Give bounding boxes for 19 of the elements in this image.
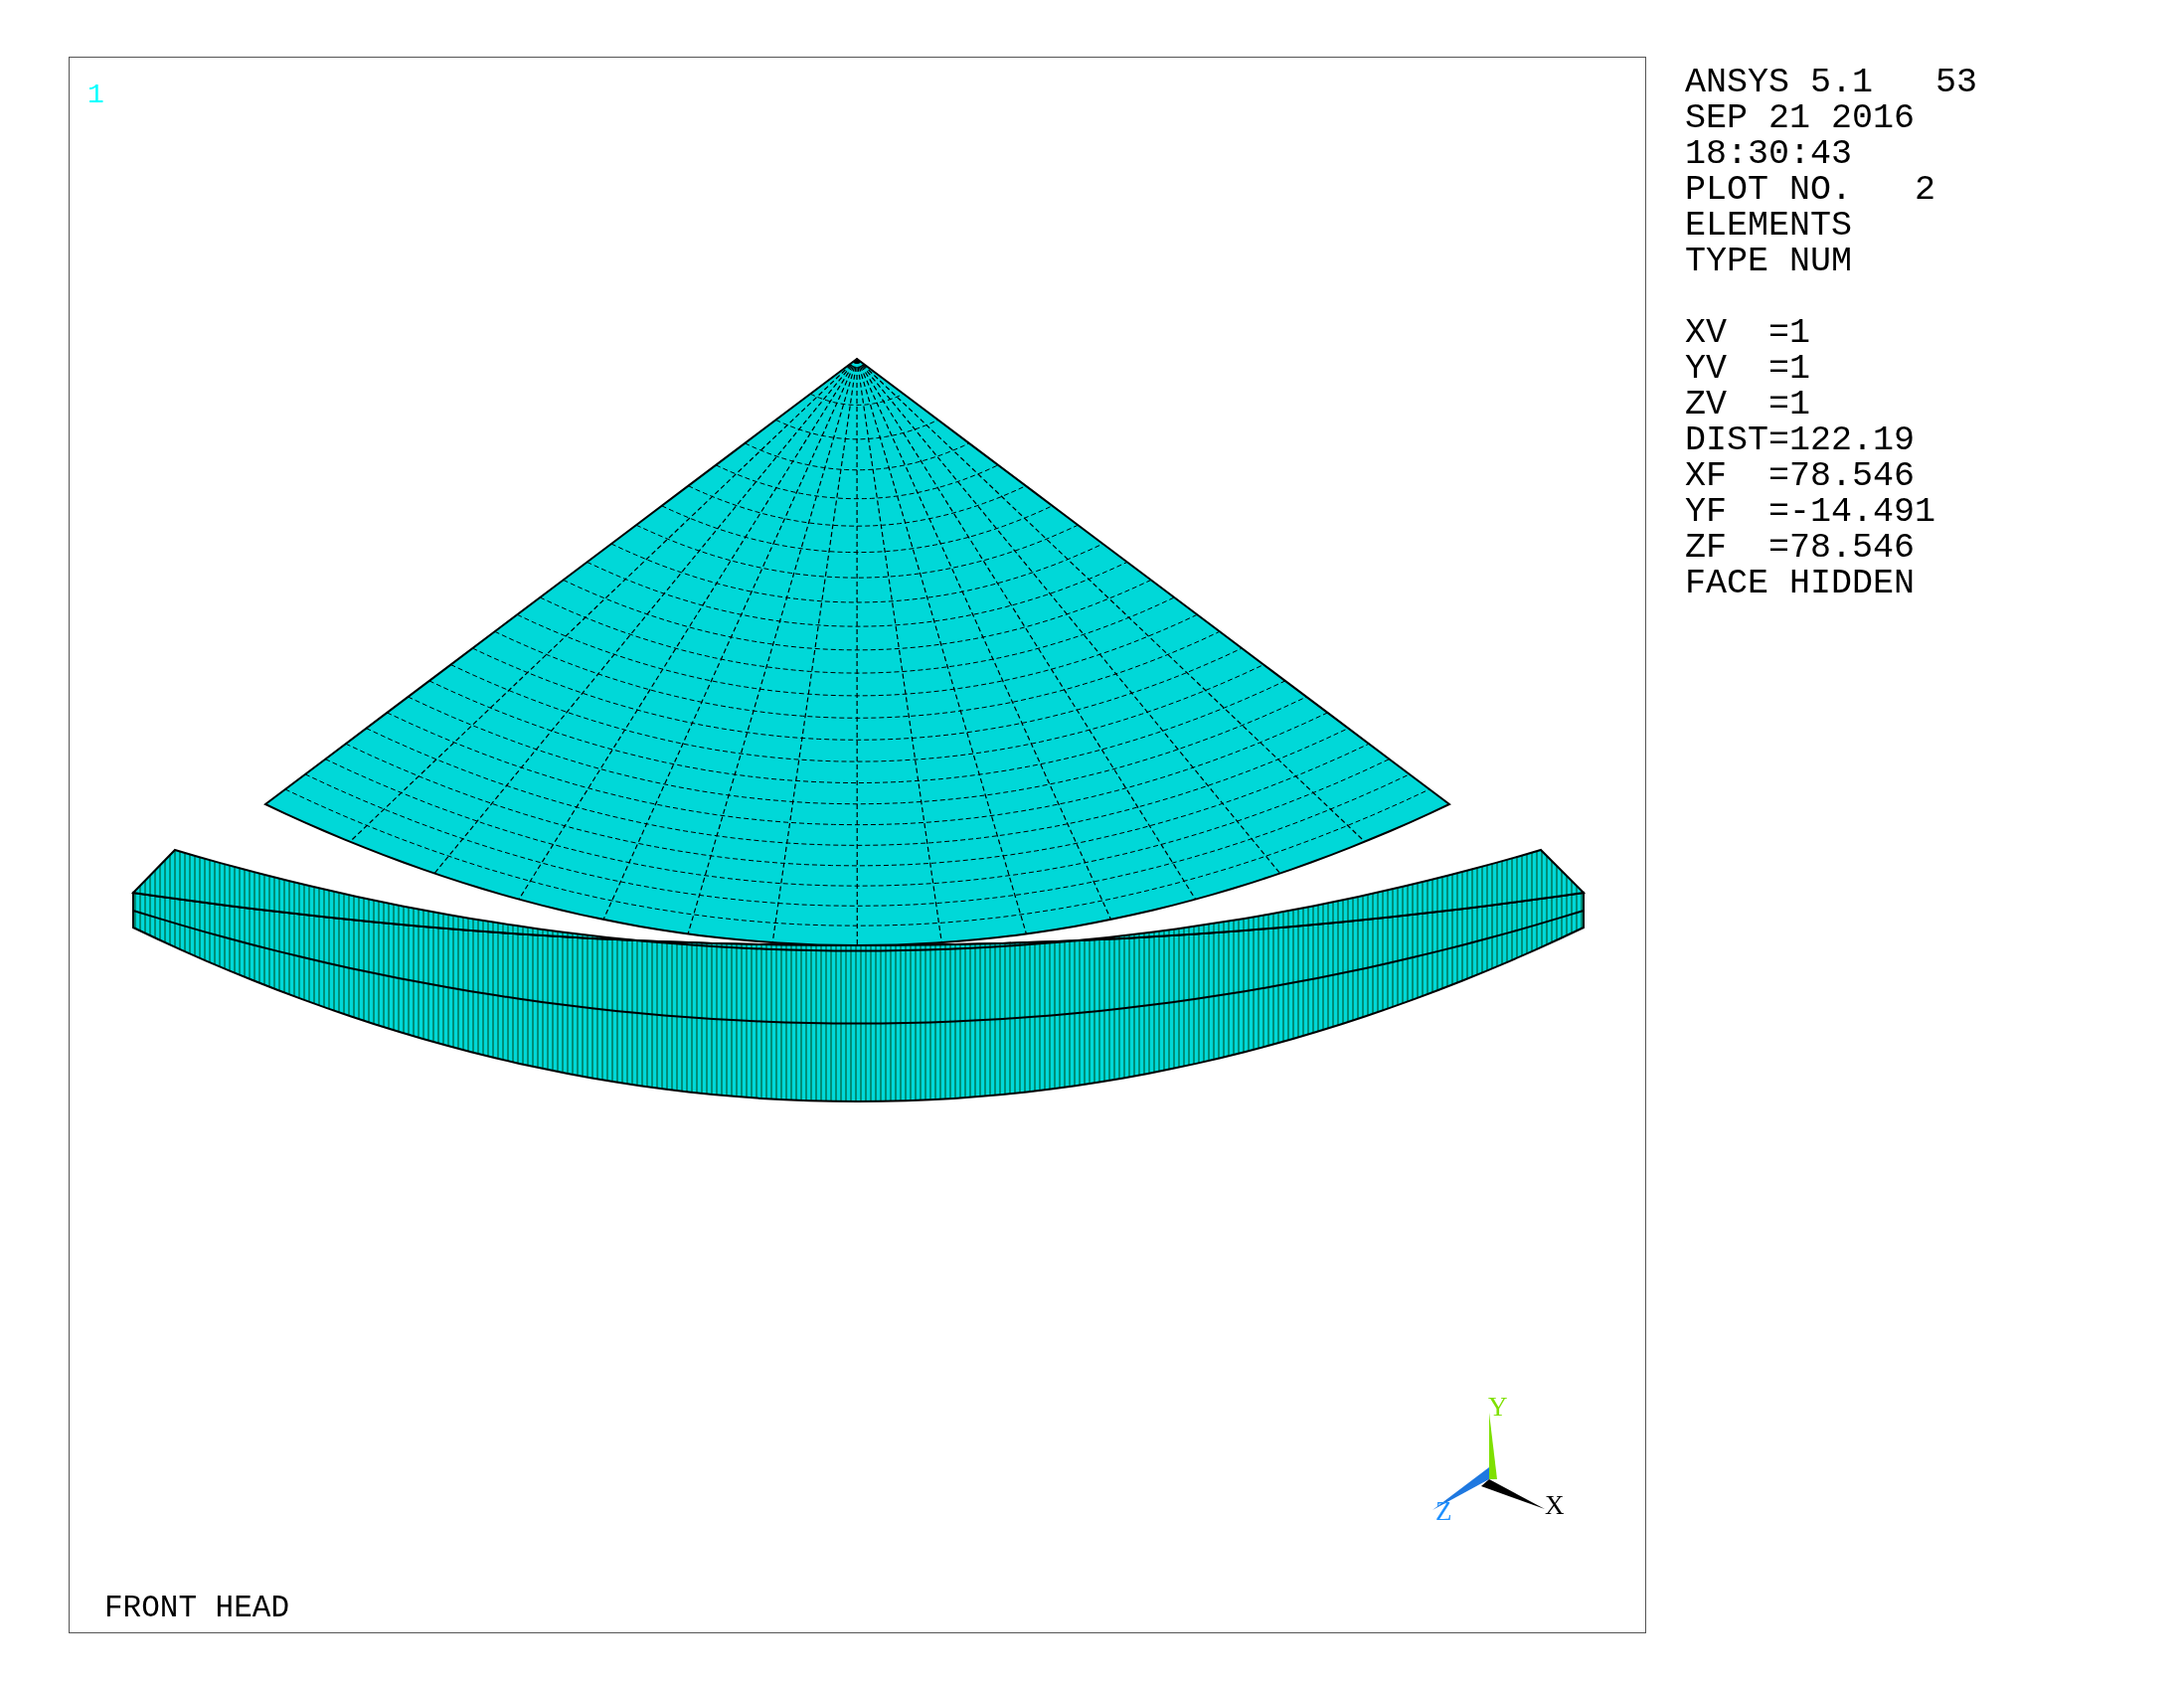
info-line: ZF =78.546 — [1685, 530, 1917, 566]
info-line: ANSYS 5.1 53 — [1685, 65, 1978, 100]
info-line: ZV =1 — [1685, 387, 1812, 422]
info-line: SEP 21 2016 — [1685, 100, 1917, 136]
info-line: ELEMENTS — [1685, 208, 1854, 244]
info-line: DIST=122.19 — [1685, 422, 1917, 458]
plot-title: FRONT HEAD — [104, 1593, 290, 1623]
z-axis-label: Z — [1435, 1498, 1452, 1525]
y-axis-label: Y — [1488, 1394, 1508, 1421]
info-line: XF =78.546 — [1685, 458, 1917, 494]
info-line: YV =1 — [1685, 351, 1812, 387]
window-number: 1 — [87, 82, 104, 109]
info-line: YF =-14.491 — [1685, 494, 1937, 530]
info-line: 18:30:43 — [1685, 136, 1854, 172]
info-line: PLOT NO. 2 — [1685, 172, 1937, 208]
info-line: TYPE NUM — [1685, 244, 1854, 279]
x-axis-label: X — [1545, 1492, 1565, 1519]
info-line: FACE HIDDEN — [1685, 566, 1917, 601]
info-line: XV =1 — [1685, 315, 1812, 351]
